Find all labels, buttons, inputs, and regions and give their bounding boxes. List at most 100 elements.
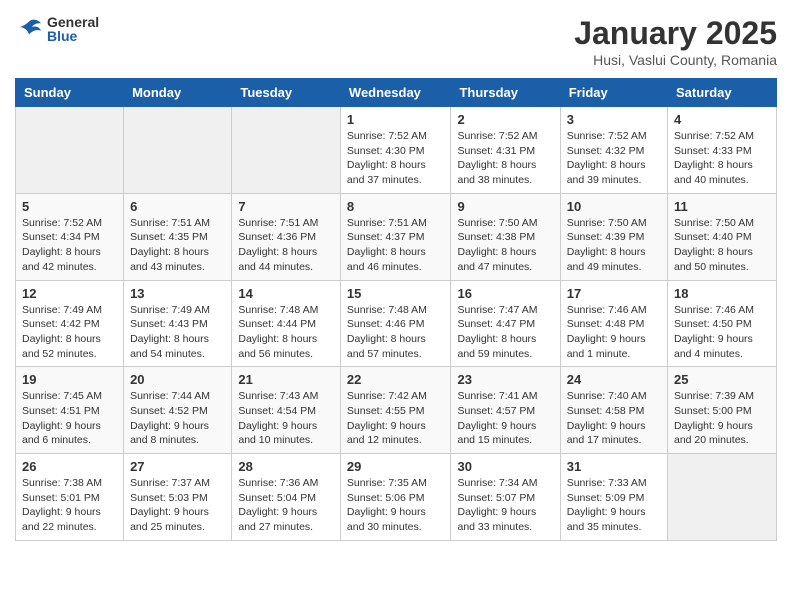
day-info: Sunrise: 7:52 AM Sunset: 4:33 PM Dayligh… xyxy=(674,129,770,188)
day-info: Sunrise: 7:50 AM Sunset: 4:39 PM Dayligh… xyxy=(567,216,661,275)
day-number: 26 xyxy=(22,459,117,474)
logo-bird-icon xyxy=(15,18,43,40)
day-info: Sunrise: 7:48 AM Sunset: 4:44 PM Dayligh… xyxy=(238,303,334,362)
day-info: Sunrise: 7:52 AM Sunset: 4:34 PM Dayligh… xyxy=(22,216,117,275)
calendar-cell: 23 Sunrise: 7:41 AM Sunset: 4:57 PM Dayli… xyxy=(451,367,560,454)
day-number: 3 xyxy=(567,112,661,127)
day-number: 8 xyxy=(347,199,445,214)
day-number: 30 xyxy=(457,459,553,474)
calendar-header-sunday: Sunday xyxy=(16,79,124,107)
location-text: Husi, Vaslui County, Romania xyxy=(574,52,777,68)
calendar-cell: 17 Sunrise: 7:46 AM Sunset: 4:48 PM Dayli… xyxy=(560,280,667,367)
calendar-cell: 16Sunrise: 7:47 AM Sunset: 4:47 PM Dayli… xyxy=(451,280,560,367)
day-info: Sunrise: 7:43 AM Sunset: 4:54 PM Dayligh… xyxy=(238,389,334,448)
calendar-week-row: 19Sunrise: 7:45 AM Sunset: 4:51 PM Dayli… xyxy=(16,367,777,454)
page-header: General Blue January 2025 Husi, Vaslui C… xyxy=(15,15,777,68)
day-info: Sunrise: 7:44 AM Sunset: 4:52 PM Dayligh… xyxy=(130,389,225,448)
calendar-cell: 10Sunrise: 7:50 AM Sunset: 4:39 PM Dayli… xyxy=(560,193,667,280)
logo-general-text: General xyxy=(47,15,99,29)
title-section: January 2025 Husi, Vaslui County, Romani… xyxy=(574,15,777,68)
calendar-cell: 14Sunrise: 7:48 AM Sunset: 4:44 PM Dayli… xyxy=(232,280,341,367)
calendar-cell: 7 Sunrise: 7:51 AM Sunset: 4:36 PM Daylig… xyxy=(232,193,341,280)
day-info: Sunrise: 7:46 AM Sunset: 4:48 PM Dayligh… xyxy=(567,303,661,362)
calendar-cell: 12 Sunrise: 7:49 AM Sunset: 4:42 PM Dayli… xyxy=(16,280,124,367)
calendar-cell xyxy=(232,107,341,194)
calendar-header-saturday: Saturday xyxy=(668,79,777,107)
day-number: 28 xyxy=(238,459,334,474)
day-number: 13 xyxy=(130,286,225,301)
calendar-cell: 11 Sunrise: 7:50 AM Sunset: 4:40 PM Dayli… xyxy=(668,193,777,280)
day-info: Sunrise: 7:50 AM Sunset: 4:38 PM Dayligh… xyxy=(457,216,553,275)
calendar-cell: 3 Sunrise: 7:52 AM Sunset: 4:32 PM Daylig… xyxy=(560,107,667,194)
day-info: Sunrise: 7:45 AM Sunset: 4:51 PM Dayligh… xyxy=(22,389,117,448)
calendar-header-row: SundayMondayTuesdayWednesdayThursdayFrid… xyxy=(16,79,777,107)
calendar-cell: 13 Sunrise: 7:49 AM Sunset: 4:43 PM Dayli… xyxy=(124,280,232,367)
day-info: Sunrise: 7:37 AM Sunset: 5:03 PM Dayligh… xyxy=(130,476,225,535)
calendar-cell: 20Sunrise: 7:44 AM Sunset: 4:52 PM Dayli… xyxy=(124,367,232,454)
calendar-cell: 15 Sunrise: 7:48 AM Sunset: 4:46 PM Dayli… xyxy=(340,280,451,367)
calendar-header-wednesday: Wednesday xyxy=(340,79,451,107)
day-info: Sunrise: 7:46 AM Sunset: 4:50 PM Dayligh… xyxy=(674,303,770,362)
calendar-cell: 5Sunrise: 7:52 AM Sunset: 4:34 PM Daylig… xyxy=(16,193,124,280)
calendar-cell: 27 Sunrise: 7:37 AM Sunset: 5:03 PM Dayli… xyxy=(124,454,232,541)
day-number: 17 xyxy=(567,286,661,301)
calendar-cell: 29Sunrise: 7:35 AM Sunset: 5:06 PM Dayli… xyxy=(340,454,451,541)
calendar-cell: 6 Sunrise: 7:51 AM Sunset: 4:35 PM Daylig… xyxy=(124,193,232,280)
calendar-week-row: 12 Sunrise: 7:49 AM Sunset: 4:42 PM Dayli… xyxy=(16,280,777,367)
day-info: Sunrise: 7:50 AM Sunset: 4:40 PM Dayligh… xyxy=(674,216,770,275)
calendar-cell: 18 Sunrise: 7:46 AM Sunset: 4:50 PM Dayli… xyxy=(668,280,777,367)
day-number: 18 xyxy=(674,286,770,301)
calendar-cell: 28Sunrise: 7:36 AM Sunset: 5:04 PM Dayli… xyxy=(232,454,341,541)
calendar-cell xyxy=(16,107,124,194)
day-number: 12 xyxy=(22,286,117,301)
month-title: January 2025 xyxy=(574,15,777,52)
day-info: Sunrise: 7:42 AM Sunset: 4:55 PM Dayligh… xyxy=(347,389,445,448)
calendar-cell: 19Sunrise: 7:45 AM Sunset: 4:51 PM Dayli… xyxy=(16,367,124,454)
day-number: 27 xyxy=(130,459,225,474)
calendar-cell xyxy=(124,107,232,194)
day-number: 4 xyxy=(674,112,770,127)
day-info: Sunrise: 7:41 AM Sunset: 4:57 PM Dayligh… xyxy=(457,389,553,448)
day-number: 9 xyxy=(457,199,553,214)
day-number: 6 xyxy=(130,199,225,214)
calendar-cell: 2Sunrise: 7:52 AM Sunset: 4:31 PM Daylig… xyxy=(451,107,560,194)
day-number: 21 xyxy=(238,372,334,387)
day-number: 22 xyxy=(347,372,445,387)
day-number: 25 xyxy=(674,372,770,387)
logo: General Blue xyxy=(15,15,99,43)
day-info: Sunrise: 7:51 AM Sunset: 4:36 PM Dayligh… xyxy=(238,216,334,275)
calendar-week-row: 1 Sunrise: 7:52 AM Sunset: 4:30 PM Daylig… xyxy=(16,107,777,194)
day-info: Sunrise: 7:38 AM Sunset: 5:01 PM Dayligh… xyxy=(22,476,117,535)
calendar-table: SundayMondayTuesdayWednesdayThursdayFrid… xyxy=(15,78,777,541)
day-number: 15 xyxy=(347,286,445,301)
calendar-cell: 21 Sunrise: 7:43 AM Sunset: 4:54 PM Dayli… xyxy=(232,367,341,454)
day-number: 11 xyxy=(674,199,770,214)
calendar-week-row: 5Sunrise: 7:52 AM Sunset: 4:34 PM Daylig… xyxy=(16,193,777,280)
day-number: 23 xyxy=(457,372,553,387)
day-number: 7 xyxy=(238,199,334,214)
day-info: Sunrise: 7:52 AM Sunset: 4:32 PM Dayligh… xyxy=(567,129,661,188)
calendar-cell: 31Sunrise: 7:33 AM Sunset: 5:09 PM Dayli… xyxy=(560,454,667,541)
calendar-cell: 4 Sunrise: 7:52 AM Sunset: 4:33 PM Daylig… xyxy=(668,107,777,194)
day-info: Sunrise: 7:33 AM Sunset: 5:09 PM Dayligh… xyxy=(567,476,661,535)
day-number: 2 xyxy=(457,112,553,127)
calendar-week-row: 26 Sunrise: 7:38 AM Sunset: 5:01 PM Dayli… xyxy=(16,454,777,541)
calendar-cell: 30Sunrise: 7:34 AM Sunset: 5:07 PM Dayli… xyxy=(451,454,560,541)
day-info: Sunrise: 7:40 AM Sunset: 4:58 PM Dayligh… xyxy=(567,389,661,448)
day-info: Sunrise: 7:52 AM Sunset: 4:30 PM Dayligh… xyxy=(347,129,445,188)
calendar-cell xyxy=(668,454,777,541)
day-info: Sunrise: 7:51 AM Sunset: 4:35 PM Dayligh… xyxy=(130,216,225,275)
day-info: Sunrise: 7:48 AM Sunset: 4:46 PM Dayligh… xyxy=(347,303,445,362)
calendar-header-friday: Friday xyxy=(560,79,667,107)
logo-blue-text: Blue xyxy=(47,29,99,43)
day-info: Sunrise: 7:49 AM Sunset: 4:42 PM Dayligh… xyxy=(22,303,117,362)
day-number: 16 xyxy=(457,286,553,301)
day-info: Sunrise: 7:49 AM Sunset: 4:43 PM Dayligh… xyxy=(130,303,225,362)
calendar-header-thursday: Thursday xyxy=(451,79,560,107)
day-number: 1 xyxy=(347,112,445,127)
day-number: 29 xyxy=(347,459,445,474)
calendar-cell: 9 Sunrise: 7:50 AM Sunset: 4:38 PM Daylig… xyxy=(451,193,560,280)
day-number: 24 xyxy=(567,372,661,387)
calendar-cell: 25Sunrise: 7:39 AM Sunset: 5:00 PM Dayli… xyxy=(668,367,777,454)
calendar-cell: 1 Sunrise: 7:52 AM Sunset: 4:30 PM Daylig… xyxy=(340,107,451,194)
